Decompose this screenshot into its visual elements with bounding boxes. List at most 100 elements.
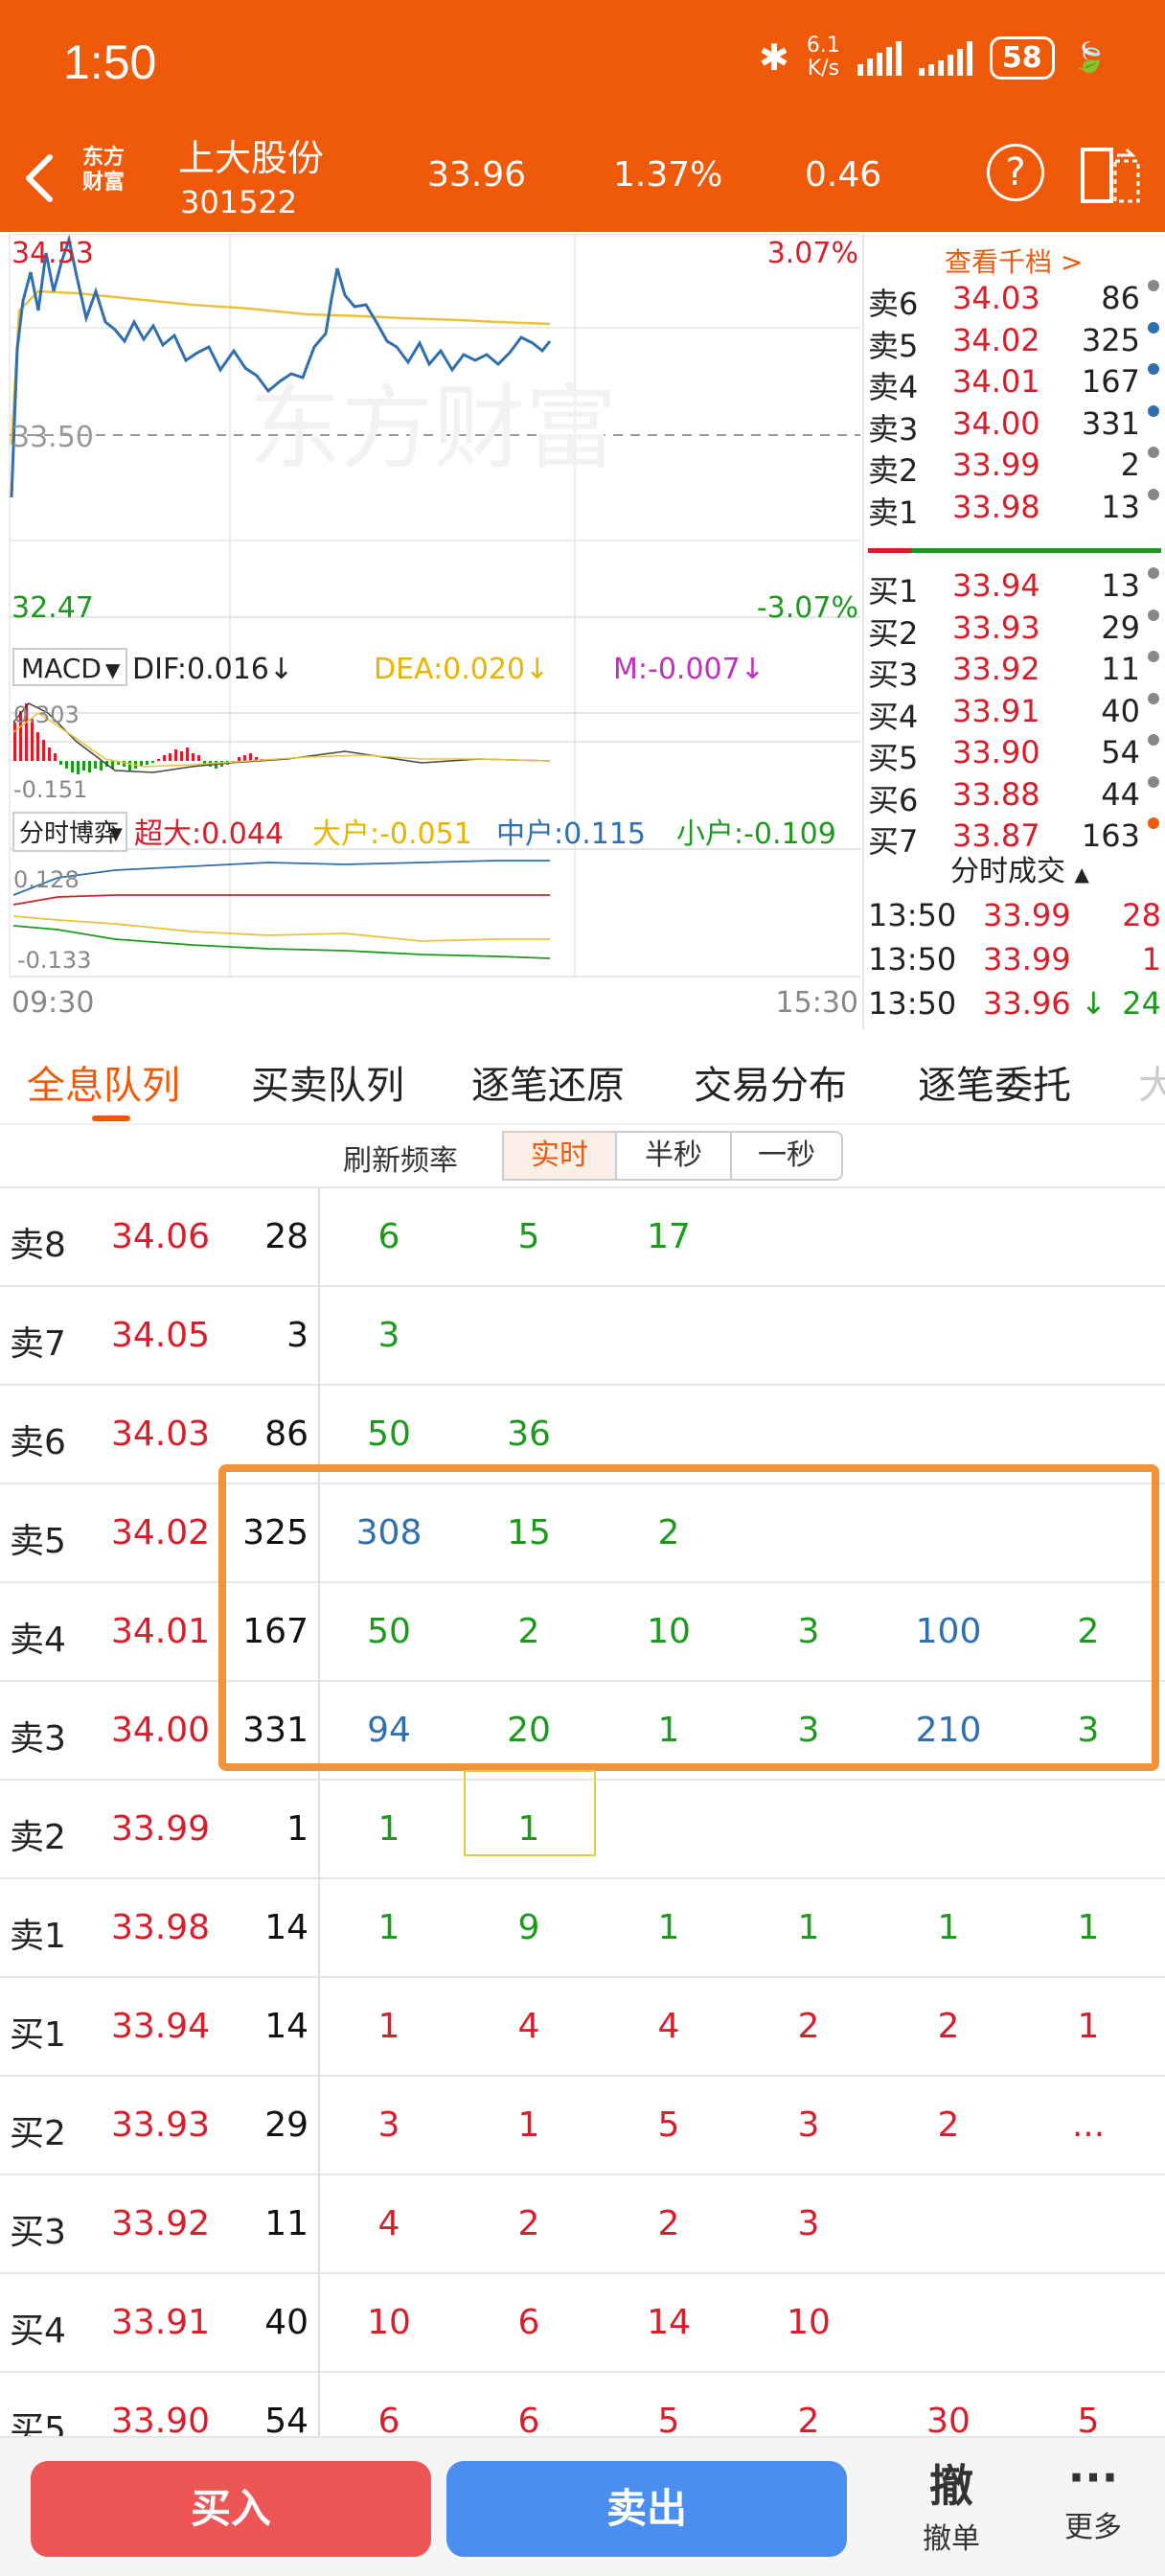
orderbook-label: 买6	[868, 781, 919, 818]
queue-order-cell[interactable]: 3	[751, 2105, 866, 2145]
queue-order-cell[interactable]: 3	[331, 1316, 446, 1355]
queue-order-cell[interactable]: 1	[1031, 2007, 1146, 2046]
queue-level: 卖2	[10, 1818, 66, 1857]
tab-trade-distribution[interactable]: 交易分布	[694, 1054, 847, 1110]
tab-tick-restore[interactable]: 逐笔还原	[471, 1054, 625, 1110]
queue-order-cell[interactable]: 3	[331, 2105, 446, 2145]
queue-order-cell[interactable]: 3	[751, 2204, 866, 2243]
queue-order-cell[interactable]: 5	[471, 1217, 586, 1256]
trade-volume: 28	[1122, 897, 1161, 933]
buy-button[interactable]: 买入	[31, 2461, 431, 2557]
queue-order-cell[interactable]: 2	[611, 2204, 726, 2243]
queue-order-cell[interactable]: 2	[471, 2204, 586, 2243]
queue-order-cell[interactable]: 4	[471, 2007, 586, 2046]
back-arrow-icon[interactable]	[19, 150, 61, 207]
queue-order-cell[interactable]: 2	[751, 2007, 866, 2046]
queue-order-cell[interactable]: 1	[331, 1809, 446, 1849]
queue-row[interactable]: 买1 33.94 14 1 4 4 2 2 1	[0, 1978, 1165, 2077]
queue-order-cell[interactable]: 1	[751, 1908, 866, 1947]
queue-volume: 28	[264, 1217, 308, 1256]
queue-order-cell[interactable]: 6	[471, 2303, 586, 2342]
queue-order-cell[interactable]: 1	[331, 1908, 446, 1947]
queue-order-cell[interactable]: 50	[331, 1414, 446, 1454]
queue-order-cell[interactable]: 1	[331, 2007, 446, 2046]
queue-order-cell[interactable]: 17	[611, 1217, 726, 1256]
refresh-frequency-label: 刷新频率	[343, 1144, 458, 1178]
queue-row[interactable]: 卖8 34.06 28 6 5 17	[0, 1188, 1165, 1287]
queue-order-cell[interactable]: 6	[331, 1217, 446, 1256]
queue-row[interactable]: 买2 33.93 29 3 1 5 3 2...	[0, 2077, 1165, 2175]
tick-trades-panel[interactable]: 分时成交 ▲ 13:50 33.99 28 13:50 33.99 1 13:50 33.96…	[862, 847, 1165, 1029]
orderbook-row[interactable]: 买4 33.91 40	[864, 692, 1165, 735]
queue-order-cell[interactable]: 5	[611, 2402, 726, 2441]
queue-order-cell[interactable]: 5	[1031, 2402, 1146, 2441]
queue-order-cell[interactable]: 1	[471, 2105, 586, 2145]
orderbook-label: 买3	[868, 656, 919, 693]
orderbook-price: 33.90	[952, 734, 1040, 770]
help-icon[interactable]: ?	[987, 144, 1044, 201]
queue-order-cell[interactable]: ...	[1031, 2105, 1146, 2145]
tab-order-by-order[interactable]: 逐笔委托	[918, 1054, 1071, 1110]
tab-more-partial[interactable]: 大	[1138, 1054, 1165, 1110]
macd-dea-line	[12, 712, 551, 768]
orderbook-row[interactable]: 买6 33.88 44	[864, 775, 1165, 818]
queue-order-cell[interactable]: 4	[611, 2007, 726, 2046]
orderbook-volume: 44	[1101, 775, 1140, 813]
orderbook-row[interactable]: 买5 33.90 54	[864, 734, 1165, 776]
queue-volume: 11	[264, 2204, 308, 2243]
orderbook-row[interactable]: 卖3 34.00 331	[864, 404, 1165, 448]
queue-order-cell[interactable]: 5	[611, 2105, 726, 2145]
more-button[interactable]: ··· 更多	[1040, 2451, 1146, 2545]
queue-order-cell[interactable]: 10	[331, 2303, 446, 2342]
macd-bar	[243, 755, 246, 761]
orderbook-price: 33.88	[952, 775, 1040, 813]
queue-row[interactable]: 卖1 33.98 14 1 9 1 1 1 1	[0, 1879, 1165, 1978]
queue-order-cell[interactable]: 30	[891, 2402, 1006, 2441]
queue-order-cell[interactable]: 9	[471, 1908, 586, 1947]
orderbook-row[interactable]: 卖4 34.01 167	[864, 363, 1165, 405]
orderbook-row[interactable]: 买3 33.92 11	[864, 651, 1165, 693]
orderbook-row[interactable]: 买1 33.94 13	[864, 567, 1165, 610]
queue-volume: 40	[264, 2303, 308, 2342]
net-speed-value: 6.1	[806, 34, 840, 58]
queue-order-cell[interactable]: 2	[751, 2402, 866, 2441]
queue-order-cell[interactable]: 2	[891, 2105, 1006, 2145]
queue-order-cell[interactable]: 14	[611, 2303, 726, 2342]
orderbook-row[interactable]: 卖1 33.98 13	[864, 488, 1165, 531]
queue-order-cell[interactable]: 1	[891, 1908, 1006, 1947]
sell-button[interactable]: 卖出	[446, 2461, 847, 2557]
queue-order-cell[interactable]: 6	[331, 2402, 446, 2441]
queue-row[interactable]: 卖7 34.05 3 3	[0, 1287, 1165, 1386]
queue-order-cell[interactable]: 1	[611, 1908, 726, 1947]
freq-one-second-button[interactable]: 一秒	[730, 1131, 843, 1181]
tab-full-queue[interactable]: 全息队列	[27, 1054, 180, 1110]
queue-order-cell[interactable]: 10	[751, 2303, 866, 2342]
cancel-order-button[interactable]: 撤 撤单	[899, 2451, 1004, 2557]
more-icon: ···	[1067, 2451, 1119, 2503]
orderbook-row[interactable]: 卖5 34.02 325	[864, 321, 1165, 364]
tab-bar: 全息队列 买卖队列 逐笔还原 交易分布 逐笔委托 大	[0, 1029, 1165, 1125]
orderbook-row[interactable]: 卖2 33.99 2	[864, 447, 1165, 489]
macd-bar	[169, 753, 171, 761]
orderbook-price: 33.93	[952, 609, 1040, 646]
layout-switch-icon[interactable]	[1079, 146, 1142, 205]
queue-order-cell[interactable]: 4	[331, 2204, 446, 2243]
queue-order-cell[interactable]: 2	[891, 2007, 1006, 2046]
bo-bottom-label: -0.133	[17, 947, 91, 974]
macd-bar	[71, 761, 74, 772]
orderbook-row[interactable]: 卖6 34.03 86	[864, 280, 1165, 322]
queue-row[interactable]: 买3 33.92 11 4 2 2 3	[0, 2175, 1165, 2274]
queue-order-cell[interactable]: 6	[471, 2402, 586, 2441]
trades-title[interactable]: 分时成交 ▲	[950, 847, 1089, 889]
orderbook-row[interactable]: 买2 33.93 29	[864, 609, 1165, 652]
intraday-chart[interactable]: 东方财富 34.53 3.07% 33.50 32.47 -3.07% MACD…	[0, 234, 862, 1029]
orderbook-dot-icon	[1148, 651, 1159, 662]
orderbook-dot-icon	[1148, 609, 1159, 621]
tab-bid-ask-queue[interactable]: 买卖队列	[251, 1054, 404, 1110]
queue-row[interactable]: 买4 33.91 40 10 6 14 10	[0, 2274, 1165, 2373]
view-depth-link[interactable]: 查看千档 >	[945, 242, 1083, 280]
freq-half-second-button[interactable]: 半秒	[615, 1131, 732, 1181]
freq-realtime-button[interactable]: 实时	[502, 1131, 617, 1181]
queue-order-cell[interactable]: 36	[471, 1414, 586, 1454]
queue-order-cell[interactable]: 1	[1031, 1908, 1146, 1947]
